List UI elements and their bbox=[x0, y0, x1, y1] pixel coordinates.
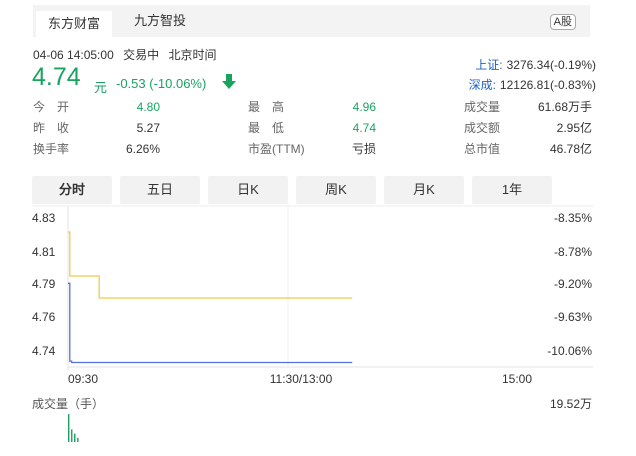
volume-title: 成交量（手） bbox=[32, 397, 105, 411]
volume-bar bbox=[77, 437, 79, 442]
pct-tick-label: -9.20% bbox=[554, 277, 592, 291]
volume-bar bbox=[68, 414, 70, 442]
price-series-line bbox=[68, 282, 353, 364]
y-tick-label: 4.74 bbox=[32, 344, 56, 358]
pct-tick-label: -10.06% bbox=[547, 344, 592, 358]
y-tick-label: 4.76 bbox=[32, 310, 56, 324]
pct-tick-label: -8.35% bbox=[554, 211, 592, 225]
volume-bar bbox=[74, 433, 76, 442]
pct-tick-label: -8.78% bbox=[554, 245, 592, 259]
x-tick-label: 11:30/13:00 bbox=[270, 372, 333, 386]
y-tick-label: 4.83 bbox=[32, 211, 56, 225]
volume-max-label: 19.52万 bbox=[549, 397, 592, 411]
y-tick-label: 4.79 bbox=[32, 277, 56, 291]
intraday-chart-svg: 4.83 4.81 4.79 4.76 4.74 -8.35% -8.78% -9.20% -9… bbox=[32, 205, 593, 442]
x-tick-label: 09:30 bbox=[68, 372, 98, 386]
price-series-line bbox=[68, 231, 353, 299]
pct-tick-label: -9.63% bbox=[554, 310, 592, 324]
volume-bar bbox=[71, 429, 73, 442]
y-tick-label: 4.81 bbox=[32, 245, 56, 259]
x-tick-label: 15:00 bbox=[502, 372, 532, 386]
